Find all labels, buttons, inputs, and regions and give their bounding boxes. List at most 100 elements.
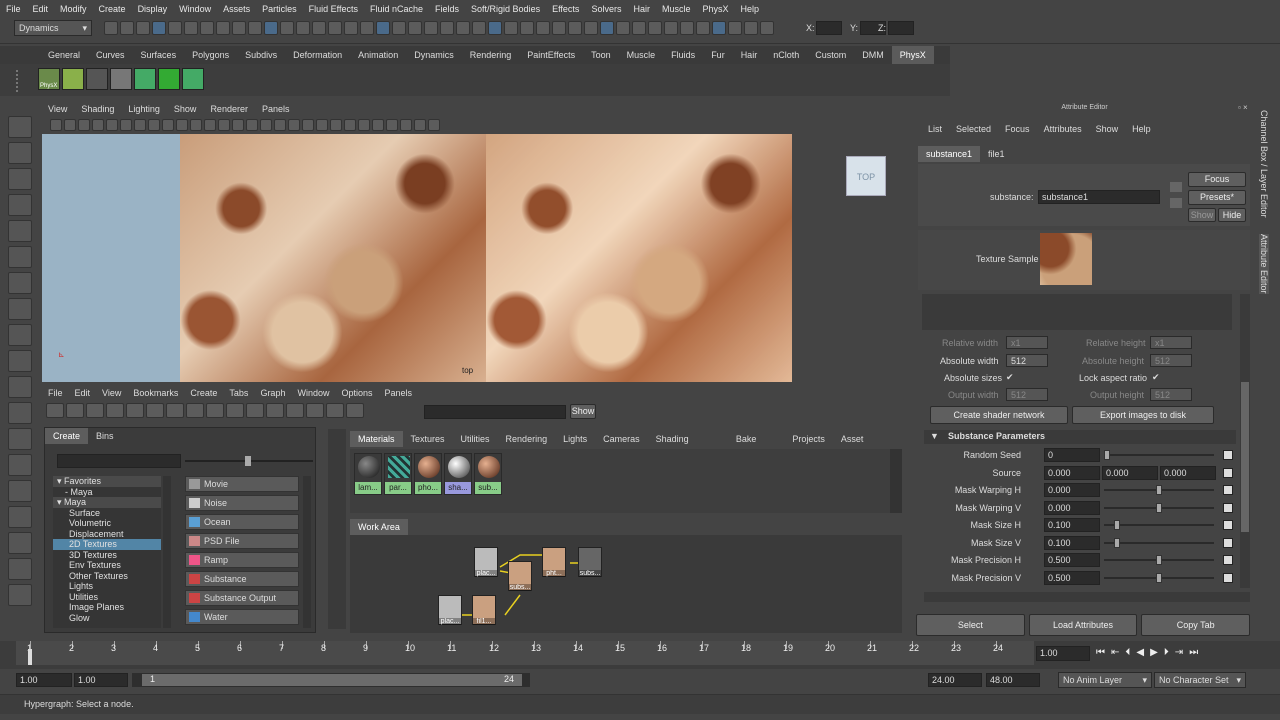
viewport-tool-icon[interactable] (274, 119, 286, 131)
relative-width-dropdown[interactable]: x1 (1006, 336, 1048, 349)
menu-fluid-ncache[interactable]: Fluid nCache (370, 4, 423, 14)
presets-button[interactable]: Presets* (1188, 190, 1246, 205)
physx-icon[interactable]: PhysX (38, 68, 60, 90)
map-texture-icon[interactable] (1223, 502, 1233, 513)
menu-fields[interactable]: Fields (435, 4, 459, 14)
param-value-field[interactable]: 0.100 (1044, 518, 1100, 532)
shelf-tab-animation[interactable]: Animation (350, 46, 406, 64)
shelf-tab-fur[interactable]: Fur (703, 46, 733, 64)
go-to-start-icon[interactable]: ⏮ (1096, 647, 1105, 658)
layout-hypershade-icon[interactable] (8, 480, 32, 502)
tree-item[interactable]: Utilities (53, 592, 161, 603)
toolbar-tool-icon[interactable] (120, 21, 134, 35)
hypershade-tool-icon[interactable] (86, 403, 104, 418)
toolbar-tool-icon[interactable] (184, 21, 198, 35)
map-texture-icon[interactable] (1223, 520, 1233, 530)
toolbar-tool-icon[interactable] (648, 21, 662, 35)
shelf-tab-subdivs[interactable]: Subdivs (237, 46, 285, 64)
slider-knob[interactable] (1156, 502, 1162, 513)
toolbar-tool-icon[interactable] (760, 21, 774, 35)
param-value-field[interactable]: 0.000 (1044, 483, 1100, 497)
slider-knob[interactable] (1114, 537, 1121, 548)
show-manip-icon[interactable] (8, 324, 32, 346)
viewport-tool-icon[interactable] (78, 119, 90, 131)
hypershade-menu-tabs[interactable]: Tabs (229, 388, 248, 398)
window-controls-icon[interactable]: ▫ × (1238, 103, 1248, 112)
hypershade-tool-icon[interactable] (146, 403, 164, 418)
tab-work-area[interactable]: Work Area (350, 519, 408, 535)
shelf-tab-hair[interactable]: Hair (733, 46, 766, 64)
menu-display[interactable]: Display (138, 4, 168, 14)
menu-file[interactable]: File (6, 4, 21, 14)
viewport-menu-panels[interactable]: Panels (262, 104, 290, 118)
tree-scrollbar[interactable] (163, 476, 171, 628)
toolbar-tool-icon[interactable] (696, 21, 710, 35)
ae-h-scrollbar[interactable] (924, 592, 1250, 602)
ae-scrollbar[interactable] (1240, 294, 1250, 588)
tab-textures[interactable]: Textures (403, 431, 453, 447)
map-texture-icon[interactable] (1223, 485, 1233, 495)
toolbar-tool-icon[interactable] (296, 21, 310, 35)
tree-item[interactable]: ▾ Maya (53, 497, 161, 508)
param-slider[interactable] (1104, 555, 1214, 565)
tree-item[interactable]: Lights (53, 581, 161, 592)
copy-tab-button[interactable]: Copy Tab (1141, 614, 1251, 636)
hypershade-menu-edit[interactable]: Edit (75, 388, 91, 398)
tree-item[interactable]: 2D Textures (53, 539, 161, 550)
shelf-tab-dmm[interactable]: DMM (854, 46, 892, 64)
hypershade-search-field[interactable] (424, 405, 566, 419)
menu-physx[interactable]: PhysX (702, 4, 728, 14)
hypershade-tool-icon[interactable] (166, 403, 184, 418)
menu-particles[interactable]: Particles (262, 4, 297, 14)
play-backward-icon[interactable]: ◀ (1136, 647, 1144, 658)
z-field[interactable] (888, 21, 914, 35)
step-back-icon[interactable]: ⏴ (1125, 647, 1130, 658)
node-button-ocean[interactable]: Ocean (185, 514, 299, 530)
menu-create[interactable]: Create (99, 4, 126, 14)
physx-object-icon[interactable] (86, 68, 108, 90)
toolbar-tool-icon[interactable] (664, 21, 678, 35)
toolbar-tool-icon[interactable] (488, 21, 502, 35)
toolbar-tool-icon[interactable] (264, 21, 278, 35)
node-button-movie[interactable]: Movie (185, 476, 299, 492)
material-swatch[interactable]: sub... (474, 453, 502, 495)
graph-node[interactable]: plac... (438, 595, 462, 625)
tab-lights[interactable]: Lights (555, 431, 595, 447)
hypershade-menu-panels[interactable]: Panels (385, 388, 413, 398)
hypershade-tool-icon[interactable] (66, 403, 84, 418)
toolbar-tool-icon[interactable] (552, 21, 566, 35)
menu-effects[interactable]: Effects (552, 4, 579, 14)
viewport-menu-view[interactable]: View (48, 104, 67, 118)
x-field[interactable] (816, 21, 842, 35)
toolbar-tool-icon[interactable] (728, 21, 742, 35)
outliner-icon[interactable] (8, 532, 32, 554)
hypershade-menu-file[interactable]: File (48, 388, 63, 398)
viewport-tool-icon[interactable] (232, 119, 244, 131)
last-tool-icon[interactable] (8, 350, 32, 372)
node-button-psd-file[interactable]: PSD File (185, 533, 299, 549)
paint-select-icon[interactable] (8, 168, 32, 190)
param-slider[interactable] (1104, 537, 1214, 548)
shelf-tab-curves[interactable]: Curves (88, 46, 133, 64)
material-swatch[interactable]: sha... (444, 453, 472, 495)
viewport-tool-icon[interactable] (344, 119, 356, 131)
viewport-tool-icon[interactable] (330, 119, 342, 131)
hypershade-tool-icon[interactable] (126, 403, 144, 418)
play-forward-icon[interactable]: ▶ (1150, 647, 1158, 658)
viewport-tool-icon[interactable] (400, 119, 412, 131)
node-button-substance-output[interactable]: Substance Output (185, 590, 299, 606)
viewport-tool-icon[interactable] (414, 119, 426, 131)
create-shader-network-button[interactable]: Create shader network (930, 406, 1068, 424)
show-button[interactable]: Show (1188, 208, 1216, 222)
toolbar-tool-icon[interactable] (232, 21, 246, 35)
shelf-tab-physx[interactable]: PhysX (891, 46, 934, 64)
absolute-sizes-checkbox[interactable]: ✔ (1006, 372, 1014, 383)
shelf-tab-general[interactable]: General (40, 46, 88, 64)
viewport-tool-icon[interactable] (92, 119, 104, 131)
create-filter-field[interactable] (57, 454, 181, 468)
shelf-handle[interactable] (16, 70, 26, 92)
graph-node[interactable]: subs... (578, 547, 602, 577)
param-value-field[interactable]: 0.500 (1044, 570, 1100, 585)
hypershade-tool-icon[interactable] (326, 403, 344, 418)
param-value-field[interactable]: 0.000 (1044, 500, 1100, 515)
